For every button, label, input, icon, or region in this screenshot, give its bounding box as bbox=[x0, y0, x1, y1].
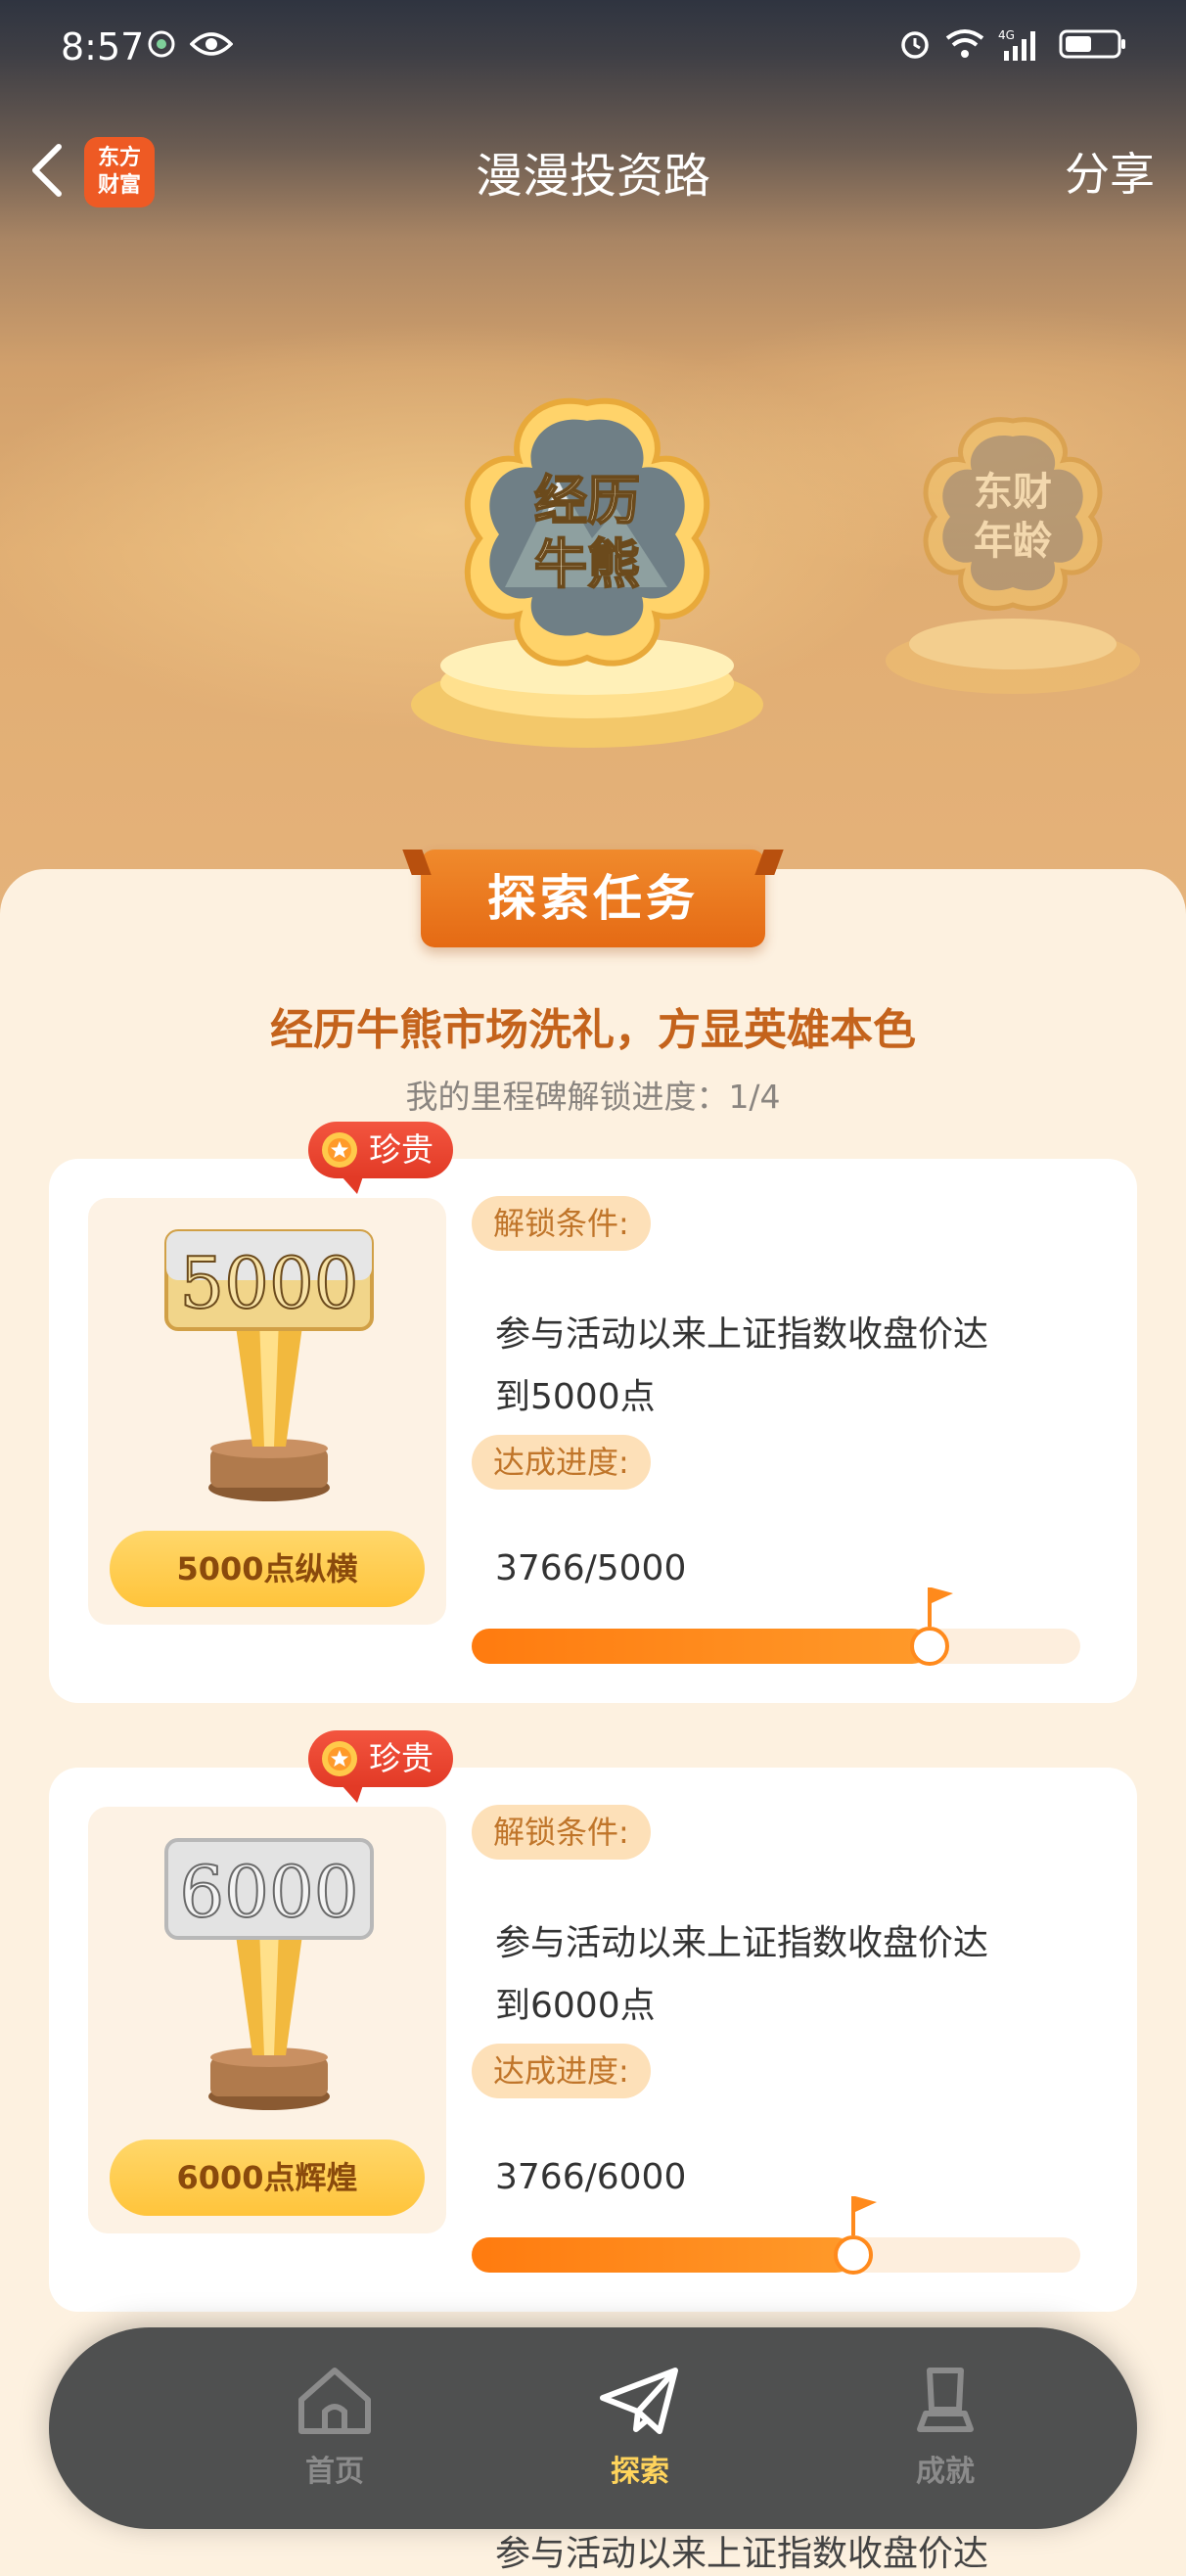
badge-side-text-1: 东财 bbox=[974, 470, 1052, 515]
progress-label: 达成进度: bbox=[472, 2044, 651, 2098]
section-headline: 经历牛熊市场洗礼，方显英雄本色 bbox=[270, 1005, 916, 1055]
svg-text:4G: 4G bbox=[998, 28, 1015, 42]
milestone-card[interactable]: 珍贵 5000 5000点纵横 解锁条件: 参与活动以来上证指数收盘价达 到50… bbox=[49, 1122, 1137, 1703]
badge-eastmoney-age[interactable]: 东财 年龄 bbox=[886, 411, 1140, 705]
trophy-icon: 6000 bbox=[164, 1838, 374, 2110]
milestone-progress-text: 我的里程碑解锁进度：1/4 bbox=[405, 1078, 781, 1116]
condition-label: 解锁条件: bbox=[472, 1805, 651, 1860]
progress-bar bbox=[472, 2196, 1080, 2275]
badge-main-text-1: 经历 bbox=[534, 470, 640, 531]
badge-main-text-2: 牛熊 bbox=[534, 533, 640, 595]
tab-explore[interactable]: 探索 bbox=[542, 2365, 738, 2502]
badge-side-text-2: 年龄 bbox=[974, 519, 1052, 564]
progress-bar bbox=[472, 1587, 1080, 1666]
status-time: 8:57 bbox=[61, 25, 145, 69]
rarity-tag-label: 珍贵 bbox=[369, 1739, 433, 1777]
tab-home-label: 首页 bbox=[305, 2455, 364, 2489]
flag-icon bbox=[928, 1587, 954, 1627]
bottom-tab-bar: 首页 探索 成就 bbox=[49, 2327, 1137, 2529]
trophy-name: 5000点纵横 bbox=[110, 1531, 425, 1607]
flag-icon bbox=[851, 2196, 878, 2235]
progress-bar-knob bbox=[834, 2235, 874, 2275]
nav-bar: 东方 财富 漫漫投资路 分享 bbox=[0, 117, 1186, 225]
paper-plane-icon bbox=[600, 2368, 678, 2434]
home-icon bbox=[298, 2368, 371, 2434]
badge-experience-bull-bear[interactable]: 经历 牛熊 bbox=[411, 391, 763, 763]
progress-bar-fill bbox=[472, 1629, 931, 1664]
eye-icon bbox=[190, 32, 233, 56]
card-peek-text: 参与活动以来上证指数收盘价达 bbox=[495, 2534, 989, 2574]
trophy-box: 6000 6000点辉煌 bbox=[88, 1807, 446, 2233]
condition-line-1: 参与活动以来上证指数收盘价达 bbox=[495, 1923, 989, 1963]
tab-home[interactable]: 首页 bbox=[237, 2365, 433, 2502]
progress-bar-knob bbox=[910, 1627, 950, 1666]
condition-line-1: 参与活动以来上证指数收盘价达 bbox=[495, 1314, 989, 1355]
app-notification-icon bbox=[148, 30, 175, 58]
trophy-box: 5000 5000点纵横 bbox=[88, 1198, 446, 1625]
condition-text: 参与活动以来上证指数收盘价达 到6000点 bbox=[495, 1912, 1082, 2038]
tab-achievement-label: 成就 bbox=[916, 2455, 975, 2489]
star-badge-icon bbox=[322, 1741, 357, 1776]
rarity-tag: 珍贵 bbox=[308, 1730, 453, 1803]
battery-icon bbox=[1059, 29, 1125, 59]
signal-4g-icon: 4G bbox=[998, 28, 1035, 61]
condition-line-2: 到5000点 bbox=[495, 1377, 656, 1417]
alarm-icon bbox=[901, 31, 929, 59]
star-badge-icon bbox=[322, 1132, 357, 1168]
milestone-card[interactable]: 珍贵 6000 6000点辉煌 解锁条件: 参与活动以来上证指数收盘价达 到60… bbox=[49, 1730, 1137, 2312]
trophy-outline-icon bbox=[917, 2368, 974, 2432]
trophy-number: 5000 bbox=[179, 1242, 358, 1324]
progress-value: 3766/6000 bbox=[495, 2157, 687, 2197]
condition-label: 解锁条件: bbox=[472, 1196, 651, 1251]
progress-label: 达成进度: bbox=[472, 1435, 651, 1490]
condition-line-2: 到6000点 bbox=[495, 1986, 656, 2026]
progress-value: 3766/5000 bbox=[495, 1548, 687, 1588]
trophy-name: 6000点辉煌 bbox=[110, 2139, 425, 2216]
share-button[interactable]: 分享 bbox=[1065, 139, 1155, 204]
rarity-tag: 珍贵 bbox=[308, 1122, 453, 1194]
rarity-tag-label: 珍贵 bbox=[369, 1130, 433, 1169]
page-title: 漫漫投资路 bbox=[475, 149, 710, 204]
progress-bar-fill bbox=[472, 2237, 854, 2273]
condition-text: 参与活动以来上证指数收盘价达 到5000点 bbox=[495, 1304, 1082, 1429]
section-ribbon: 探索任务 bbox=[421, 850, 765, 947]
trophy-icon: 5000 bbox=[164, 1229, 374, 1501]
wifi-icon bbox=[945, 29, 984, 58]
tab-achievement[interactable]: 成就 bbox=[847, 2365, 1043, 2502]
hero-background: 8:57 4G 东方 财富 漫漫投资路 分享 经历 牛熊 东财 年龄 bbox=[0, 0, 1186, 920]
trophy-number: 6000 bbox=[179, 1851, 358, 1933]
tab-explore-label: 探索 bbox=[611, 2455, 669, 2489]
status-bar: 8:57 4G bbox=[0, 0, 1186, 98]
